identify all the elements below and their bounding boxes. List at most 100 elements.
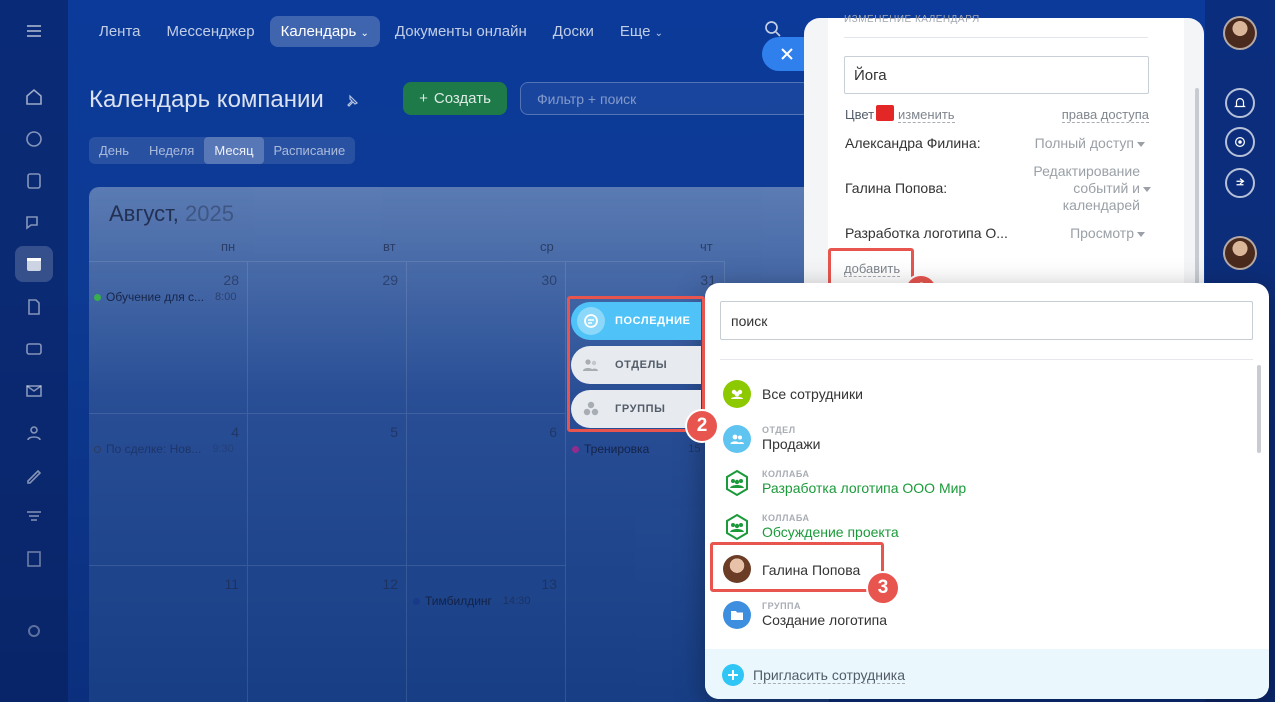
view-tabs: День Неделя Месяц Расписание — [89, 137, 356, 164]
nav-more-label: Еще — [619, 22, 651, 40]
tasks-icon[interactable] — [21, 126, 47, 152]
day-cell[interactable]: 29 — [248, 261, 407, 413]
selector-item-type: КОЛЛАБА — [762, 469, 810, 479]
settings-gear-icon[interactable] — [21, 618, 47, 644]
day-number: 6 — [549, 424, 557, 440]
notes-icon[interactable] — [21, 546, 47, 572]
color-swatch[interactable] — [876, 105, 894, 121]
tab-month[interactable]: Месяц — [204, 137, 264, 164]
calendar-icon[interactable] — [21, 251, 47, 277]
home-icon[interactable] — [21, 84, 47, 110]
feed-icon[interactable] — [21, 168, 47, 194]
all-employees-icon — [723, 380, 751, 408]
calendar-month-title: Август, 2025 — [109, 201, 234, 226]
change-color-link[interactable]: изменить — [898, 107, 955, 123]
chevron-down-icon: ⌄ — [654, 27, 663, 39]
selector-search-input[interactable]: поиск — [720, 301, 1253, 340]
selector-item-type: КОЛЛАБА — [762, 513, 810, 523]
calendar-event[interactable]: Обучение для с... 8:00 — [94, 290, 236, 304]
calendar-event[interactable]: По сделке: Нов... 9:30 — [94, 442, 234, 456]
nav-feed[interactable]: Лента — [88, 16, 152, 47]
selector-scrollbar[interactable] — [1257, 365, 1261, 453]
permission-dropdown[interactable]: Редактирование событий и календарей — [1033, 163, 1151, 214]
day-cell[interactable]: 28 — [89, 261, 248, 413]
permission-dropdown[interactable]: Полный доступ — [1035, 135, 1145, 151]
event-dot — [94, 293, 101, 301]
collab-icon — [723, 469, 751, 497]
invite-employee-link[interactable]: Пригласить сотрудника — [753, 667, 905, 684]
day-number: 5 — [390, 424, 398, 440]
tab-schedule[interactable]: Расписание — [264, 137, 356, 164]
selector-item-title: Все сотрудники — [762, 386, 863, 402]
tab-week[interactable]: Неделя — [139, 137, 204, 164]
chat-icon[interactable] — [21, 210, 47, 236]
selector-item[interactable]: ГРУППА Создание логотипа — [723, 597, 1243, 637]
selector-item-type: ГРУППА — [762, 601, 802, 611]
nav-more[interactable]: Еще ⌄ — [609, 16, 674, 47]
selector-item-title: Продажи — [762, 436, 821, 452]
day-number: 12 — [382, 576, 398, 592]
nav-documents[interactable]: Документы онлайн — [384, 16, 538, 47]
pin-icon[interactable] — [345, 94, 359, 108]
selector-item[interactable]: КОЛЛАБА Разработка логотипа ООО Мир — [723, 465, 1243, 505]
create-button[interactable]: + Создать — [403, 82, 507, 115]
close-icon — [781, 48, 793, 60]
selector-item-type: ОТДЕЛ — [762, 425, 796, 435]
invite-footer: Пригласить сотрудника — [705, 649, 1269, 699]
calendar-event[interactable]: Тимбилдинг 14:30 — [413, 594, 530, 608]
day-cell[interactable]: 12 — [248, 565, 407, 702]
access-row: Разработка логотипа О... Просмотр — [845, 225, 1145, 241]
weekday-label: ср — [540, 239, 554, 254]
day-cell[interactable]: 11 — [89, 565, 248, 702]
left-sidebar — [0, 0, 68, 702]
department-icon — [723, 425, 751, 453]
weekday-label: вт — [383, 239, 396, 254]
user-avatar[interactable] — [1223, 16, 1257, 50]
day-number: 13 — [541, 576, 557, 592]
tab-day[interactable]: День — [89, 137, 139, 164]
selector-item-title: Создание логотипа — [762, 612, 888, 628]
day-cell[interactable]: 30 — [407, 261, 566, 413]
nav-boards[interactable]: Доски — [542, 16, 605, 47]
day-number: 28 — [223, 272, 239, 288]
selector-item[interactable]: Все сотрудники — [723, 376, 1243, 416]
selector-item[interactable]: ОТДЕЛ Продажи — [723, 421, 1243, 461]
day-cell[interactable]: 4 — [89, 413, 248, 565]
boards-icon[interactable] — [21, 336, 47, 362]
day-cell[interactable]: 6 — [407, 413, 566, 565]
sign-icon[interactable] — [21, 462, 47, 488]
funnel-icon[interactable] — [21, 504, 47, 530]
step-badge: 2 — [685, 409, 719, 443]
plus-icon: + — [419, 90, 428, 107]
plus-icon[interactable] — [722, 664, 744, 686]
access-member-name: Разработка логотипа О... — [845, 225, 1008, 241]
calendar-event[interactable]: Тренировка 15 — [572, 442, 701, 456]
access-member-name: Галина Попова: — [845, 180, 948, 196]
day-number: 30 — [541, 272, 557, 288]
create-button-label: Создать — [433, 90, 491, 107]
copilot-icon[interactable] — [1225, 127, 1255, 157]
nav-calendar[interactable]: Календарь ⌄ — [269, 15, 380, 47]
day-cell[interactable]: 5 — [248, 413, 407, 565]
access-rights-link[interactable]: права доступа — [1061, 107, 1149, 123]
highlight-frame — [828, 248, 914, 288]
selector-item-title: Разработка логотипа ООО Мир — [762, 480, 967, 496]
nav-messenger[interactable]: Мессенджер — [156, 16, 266, 47]
filter-search-input[interactable]: Фильтр + поиск — [520, 82, 810, 115]
calendar-name-input[interactable]: Йога — [844, 56, 1149, 94]
mail-icon[interactable] — [21, 378, 47, 404]
panel-scrollbar[interactable] — [1195, 88, 1199, 288]
access-member-name: Александра Филина: — [845, 135, 981, 151]
permission-dropdown[interactable]: Просмотр — [1070, 225, 1145, 241]
selector-item-title: Обсуждение проекта — [762, 524, 899, 540]
group-folder-icon — [723, 601, 751, 629]
day-cell[interactable]: 13 — [407, 565, 566, 702]
documents-icon[interactable] — [21, 294, 47, 320]
contacts-icon[interactable] — [21, 420, 47, 446]
contact-avatar[interactable] — [1223, 236, 1257, 270]
menu-icon[interactable] — [21, 18, 47, 44]
panel-header: Изменение календаря — [844, 14, 980, 25]
sync-icon[interactable] — [1225, 168, 1255, 198]
bell-icon[interactable] — [1225, 88, 1255, 118]
access-row: Александра Филина: Полный доступ — [845, 135, 1145, 151]
